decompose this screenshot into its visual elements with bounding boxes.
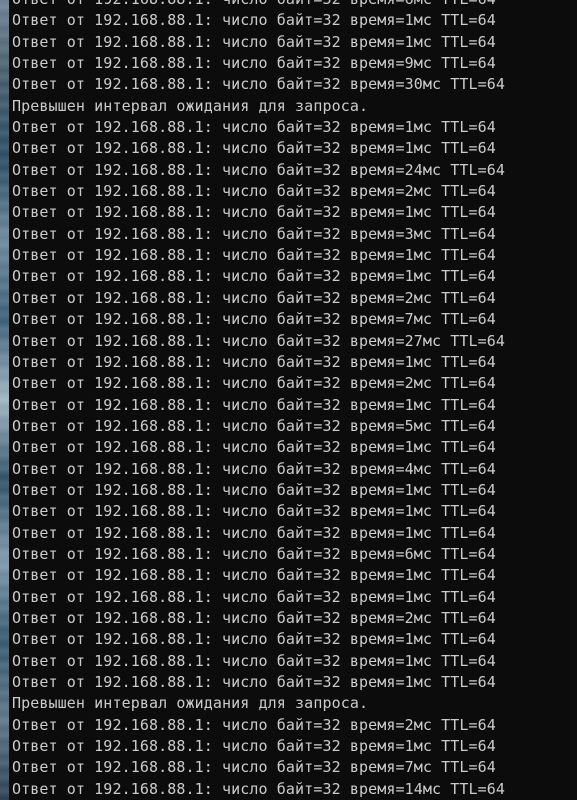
console-line: Ответ от 192.168.88.1: число байт=32 вре… xyxy=(12,352,496,371)
console-output[interactable]: Ответ от 192.168.88.1: число байт=32 вре… xyxy=(12,0,577,800)
console-line: Ответ от 192.168.88.1: число байт=32 вре… xyxy=(12,523,496,542)
console-line: Ответ от 192.168.88.1: число байт=32 вре… xyxy=(12,203,496,222)
console-line: Ответ от 192.168.88.1: число байт=32 вре… xyxy=(12,267,496,286)
desktop-wallpaper-edge xyxy=(0,0,9,800)
console-line: Ответ от 192.168.88.1: число байт=32 вре… xyxy=(12,246,496,265)
console-line: Ответ от 192.168.88.1: число байт=32 вре… xyxy=(12,779,506,798)
console-line: Ответ от 192.168.88.1: число байт=32 вре… xyxy=(12,224,496,243)
console-line: Ответ от 192.168.88.1: число байт=32 вре… xyxy=(12,11,496,30)
console-line: Ответ от 192.168.88.1: число байт=32 вре… xyxy=(12,310,496,329)
console-line: Ответ от 192.168.88.1: число байт=32 вре… xyxy=(12,54,496,73)
console-line: Ответ от 192.168.88.1: число байт=32 вре… xyxy=(12,139,496,158)
console-line: Ответ от 192.168.88.1: число байт=32 вре… xyxy=(12,566,496,585)
console-line: Ответ от 192.168.88.1: число байт=32 вре… xyxy=(12,715,496,734)
console-line: Ответ от 192.168.88.1: число байт=32 вре… xyxy=(12,587,496,606)
console-line: Ответ от 192.168.88.1: число байт=32 вре… xyxy=(12,651,496,670)
console-line: Ответ от 192.168.88.1: число байт=32 вре… xyxy=(12,502,496,521)
console-line: Ответ от 192.168.88.1: число байт=32 вре… xyxy=(12,0,577,10)
console-line: Ответ от 192.168.88.1: число байт=32 вре… xyxy=(12,160,506,179)
console-line: Превышен интервал ожидания для запроса. xyxy=(12,96,369,115)
console-line: Превышен интервал ожидания для запроса. xyxy=(12,694,369,713)
console-line: Ответ от 192.168.88.1: число байт=32 вре… xyxy=(12,331,506,350)
console-line: Ответ от 192.168.88.1: число байт=32 вре… xyxy=(12,118,496,137)
console-line: Ответ от 192.168.88.1: число байт=32 вре… xyxy=(12,459,496,478)
console-line: Ответ от 192.168.88.1: число байт=32 вре… xyxy=(12,758,496,777)
console-line: Ответ от 192.168.88.1: число байт=32 вре… xyxy=(12,288,496,307)
console-line: Ответ от 192.168.88.1: число байт=32 вре… xyxy=(12,182,496,201)
console-line: Ответ от 192.168.88.1: число байт=32 вре… xyxy=(12,673,496,691)
terminal-window[interactable]: Ответ от 192.168.88.1: число байт=32 вре… xyxy=(0,0,577,800)
console-line: Ответ от 192.168.88.1: число байт=32 вре… xyxy=(12,374,496,393)
console-line: Ответ от 192.168.88.1: число байт=32 вре… xyxy=(12,737,496,756)
console-line: Ответ от 192.168.88.1: число байт=32 вре… xyxy=(12,480,496,499)
console-line: Ответ от 192.168.88.1: число байт=32 вре… xyxy=(12,608,496,627)
console-line: Ответ от 192.168.88.1: число байт=32 вре… xyxy=(12,544,496,563)
console-line: Ответ от 192.168.88.1: число байт=32 вре… xyxy=(12,438,496,457)
console-line: Ответ от 192.168.88.1: число байт=32 вре… xyxy=(12,630,496,649)
console-line: Ответ от 192.168.88.1: число байт=32 вре… xyxy=(12,416,496,435)
console-line: Ответ от 192.168.88.1: число байт=32 вре… xyxy=(12,75,506,94)
console-line: Ответ от 192.168.88.1: число байт=32 вре… xyxy=(12,32,496,51)
console-line: Ответ от 192.168.88.1: число байт=32 вре… xyxy=(12,395,496,414)
